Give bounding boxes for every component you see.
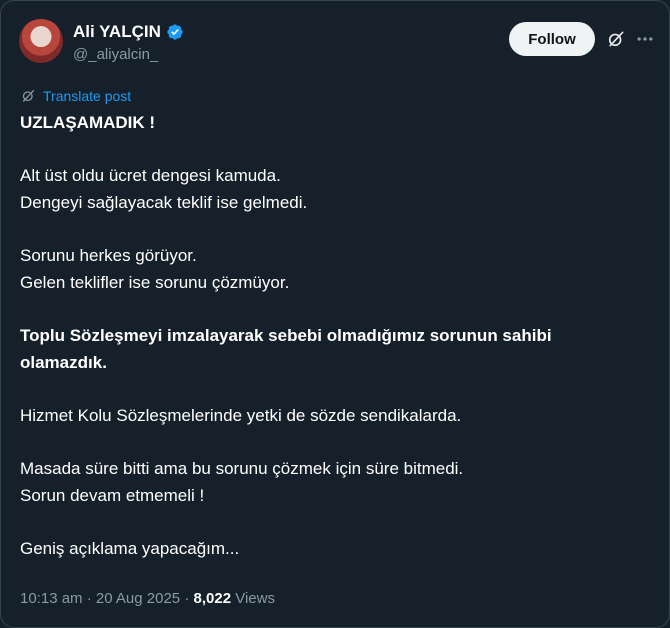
- post-line: Masada süre bitti ama bu sorunu çözmek i…: [20, 459, 464, 478]
- views-count: 8,022: [193, 590, 232, 607]
- post-line: Alt üst oldu ücret dengesi kamuda.: [20, 166, 281, 185]
- views-label: Views: [235, 590, 275, 607]
- more-options-icon[interactable]: [635, 29, 655, 49]
- post-line: UZLAŞAMADIK !: [20, 113, 156, 132]
- post-line: Hizmet Kolu Sözleşmelerinde yetki de söz…: [20, 406, 462, 425]
- verified-badge-icon: [166, 23, 184, 41]
- post-meta: 10:13 am · 20 Aug 2025 · 8,022 Views: [20, 590, 275, 607]
- author-display-name[interactable]: Ali YALÇIN: [73, 22, 161, 42]
- post-line: Sorunu herkes görüyor.: [20, 246, 197, 265]
- post-date[interactable]: 20 Aug 2025: [96, 590, 180, 607]
- post-text: UZLAŞAMADIK ! Alt üst oldu ücret dengesi…: [20, 109, 650, 562]
- translate-post[interactable]: Translate post: [20, 87, 131, 104]
- author-handle[interactable]: @_aliyalcin_: [73, 46, 158, 63]
- post-line: olamazdık.: [20, 353, 107, 372]
- post-time[interactable]: 10:13 am: [20, 590, 83, 607]
- post-line: Dengeyi sağlayacak teklif ise gelmedi.: [20, 193, 308, 212]
- post-line: Sorun devam etmemeli !: [20, 486, 205, 505]
- post-line: Toplu Sözleşmeyi imzalayarak sebebi olma…: [20, 326, 552, 345]
- translate-icon: [20, 87, 37, 104]
- post-line: Geniş açıklama yapacağım...: [20, 539, 240, 558]
- translate-post-link[interactable]: Translate post: [43, 88, 131, 104]
- grok-icon[interactable]: [606, 29, 626, 49]
- meta-separator: ·: [184, 590, 190, 607]
- post-line: Gelen teklifler ise sorunu çözmüyor.: [20, 273, 290, 292]
- post-card: Ali YALÇIN @_aliyalcin_ Follow Translate…: [0, 0, 670, 628]
- meta-separator: ·: [86, 590, 92, 607]
- follow-button[interactable]: Follow: [509, 22, 595, 56]
- author-avatar[interactable]: [19, 19, 63, 63]
- author-name-row: Ali YALÇIN: [73, 22, 184, 42]
